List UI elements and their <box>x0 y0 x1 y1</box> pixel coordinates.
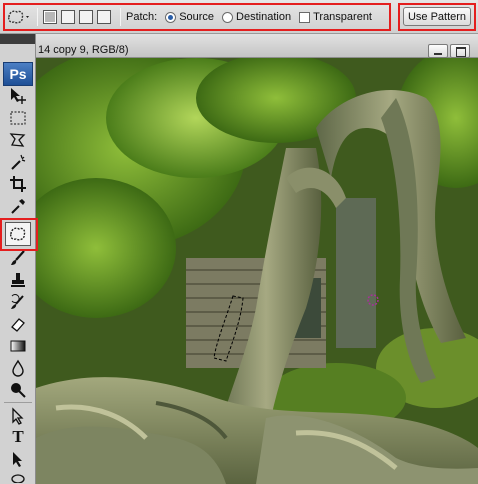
path-selection-tool-icon[interactable] <box>5 406 31 426</box>
blur-tool-icon[interactable] <box>5 358 31 378</box>
toolbox: Ps T <box>0 34 36 484</box>
document-canvas[interactable] <box>36 58 478 484</box>
direct-selection-tool-icon[interactable] <box>5 449 31 469</box>
document-title: 14 copy 9, RGB/8) <box>38 44 129 56</box>
lasso-tool-icon[interactable] <box>5 130 31 150</box>
brush-tool-icon[interactable] <box>5 248 31 268</box>
separator <box>4 402 32 403</box>
gradient-tool-icon[interactable] <box>5 336 31 356</box>
clone-stamp-tool-icon[interactable] <box>5 270 31 290</box>
highlight-box-options <box>3 3 391 31</box>
type-tool-icon[interactable]: T <box>5 427 31 447</box>
highlight-box-patch-tool <box>0 218 38 251</box>
eyedropper-tool-icon[interactable] <box>5 196 31 216</box>
pen-tool-icon[interactable] <box>5 471 31 483</box>
marquee-tool-icon[interactable] <box>5 108 31 128</box>
move-tool-icon[interactable] <box>5 86 31 106</box>
options-bar: Patch: Source Destination Transparent Us… <box>0 0 478 34</box>
document-title-bar[interactable]: 14 copy 9, RGB/8) <box>36 34 478 58</box>
dodge-tool-icon[interactable] <box>5 380 31 400</box>
type-tool-glyph: T <box>12 427 24 446</box>
canvas-image <box>36 58 478 484</box>
ps-logo[interactable]: Ps <box>3 62 33 86</box>
eraser-tool-icon[interactable] <box>5 314 31 334</box>
crop-tool-icon[interactable] <box>5 174 31 194</box>
highlight-box-use-pattern <box>398 3 476 31</box>
maximize-button[interactable] <box>450 44 470 58</box>
magic-wand-tool-icon[interactable] <box>5 152 31 172</box>
minimize-button[interactable] <box>428 44 448 58</box>
toolbox-grip[interactable] <box>0 34 35 44</box>
history-brush-tool-icon[interactable] <box>5 292 31 312</box>
